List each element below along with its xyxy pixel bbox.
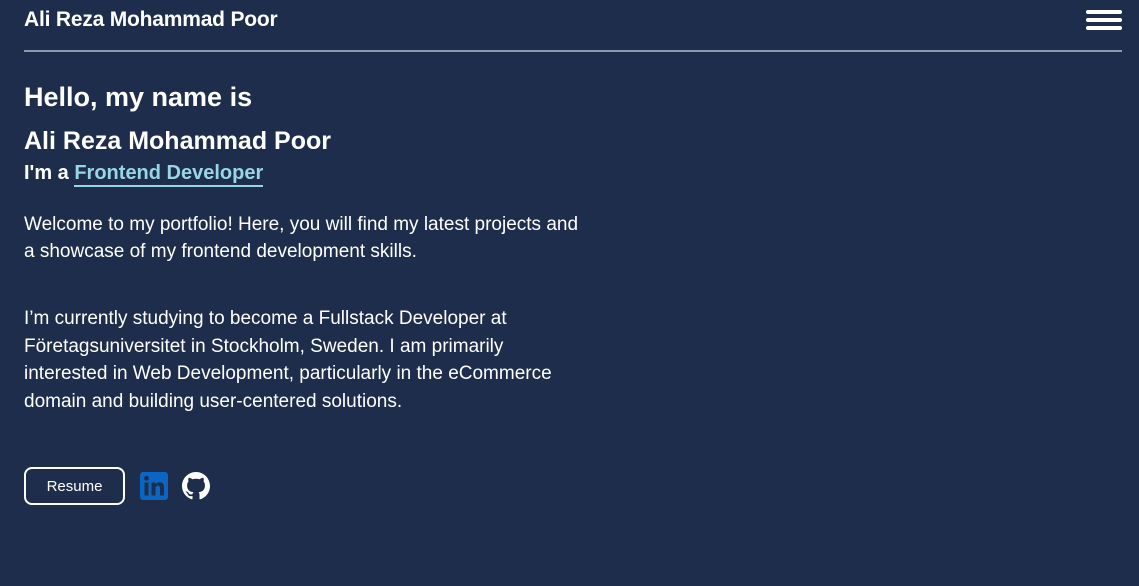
linkedin-logo-svg [140,472,168,500]
name-heading: Ali Reza Mohammad Poor [24,127,331,155]
site-header: Ali Reza Mohammad Poor [24,0,1122,52]
github-icon[interactable] [181,471,211,501]
menu-line [1086,18,1122,22]
intro-text: Welcome to my portfolio! Here, you will … [24,214,579,262]
role-link[interactable]: Frontend Developer [74,162,264,187]
menu-line [1086,26,1122,30]
role-heading: I'm a Frontend Developer [24,161,1122,187]
site-title[interactable]: Ali Reza Mohammad Poor [24,8,278,32]
resume-button[interactable]: Resume [24,467,125,505]
menu-line [1086,10,1122,14]
hamburger-menu-icon[interactable] [1086,9,1122,33]
portfolio-page: Ali Reza Mohammad Poor Hello, my name is… [0,0,1139,586]
action-row: Resume [24,467,1122,505]
greeting-heading: Hello, my name is [24,82,253,112]
hero-section: Hello, my name is Ali Reza Mohammad Poor… [24,81,1122,505]
linkedin-icon[interactable] [139,471,169,501]
role-prefix: I'm a [24,162,69,184]
github-logo-svg [182,472,210,500]
bio-text: I’m currently studying to become a Fulls… [24,308,552,412]
